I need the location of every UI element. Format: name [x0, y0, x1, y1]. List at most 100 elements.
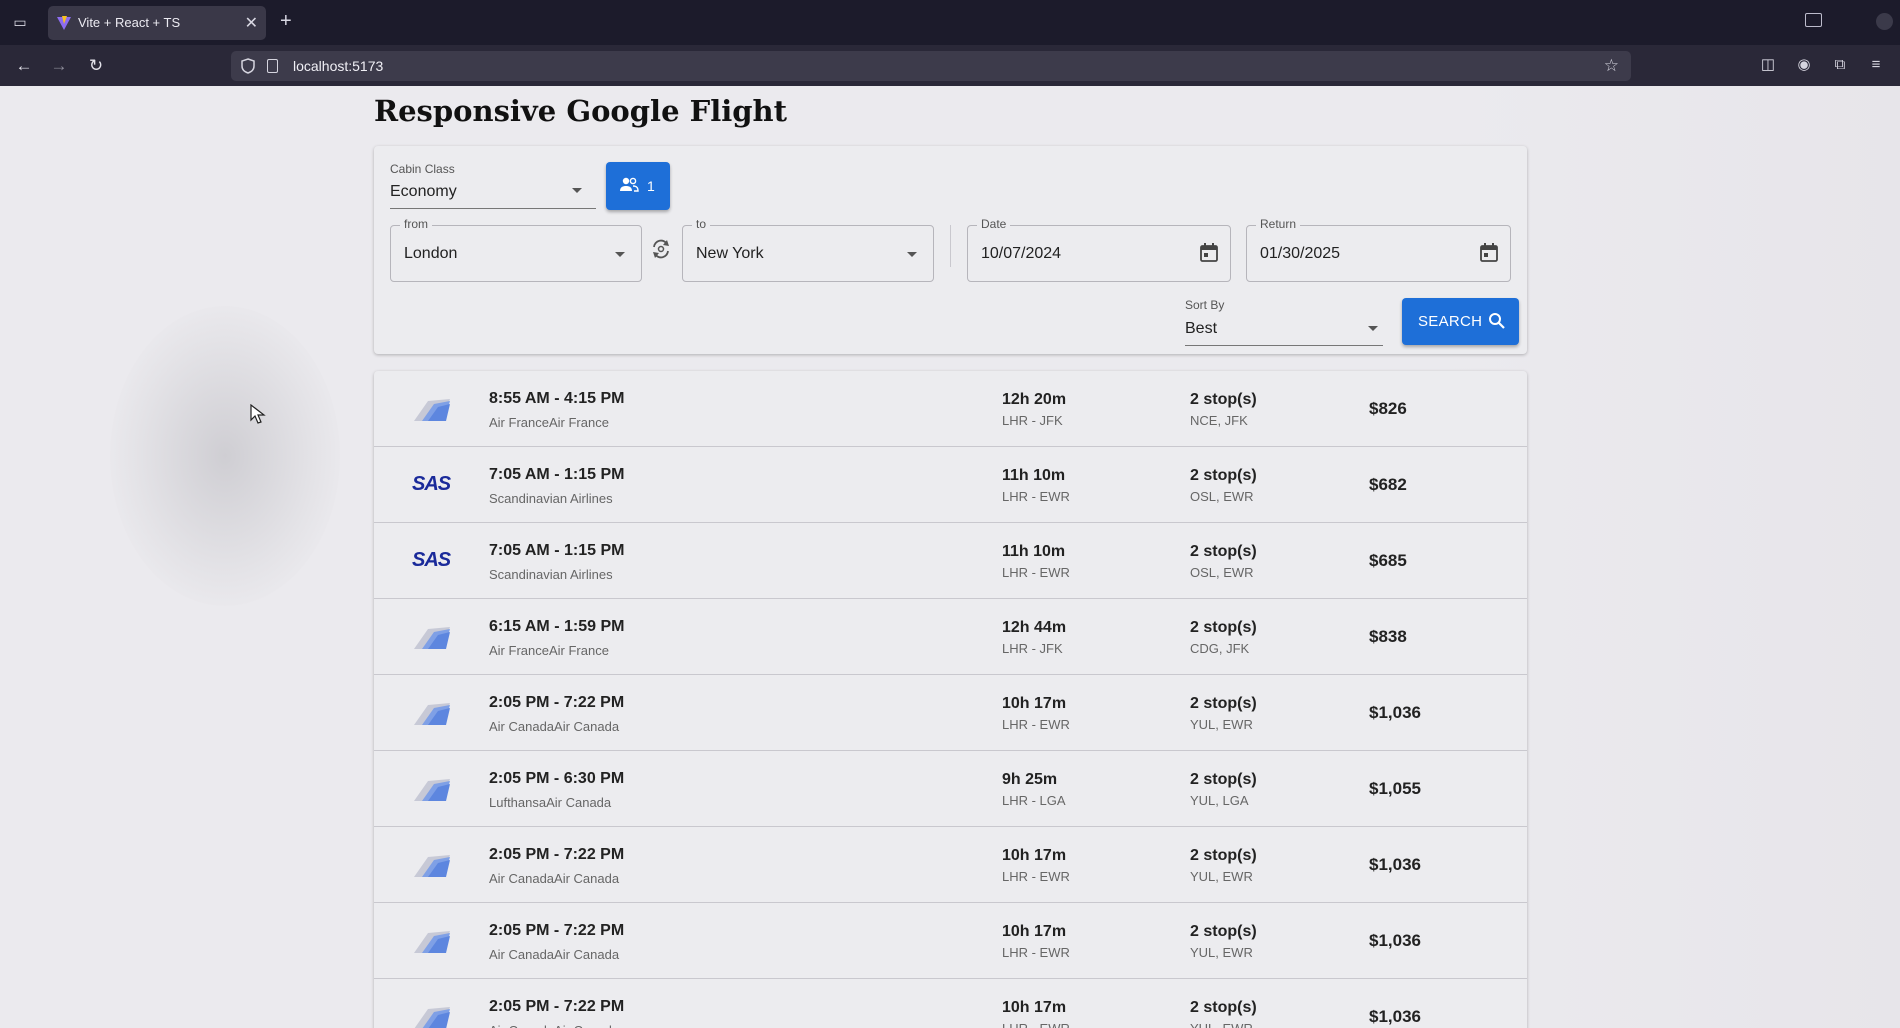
- flight-time: 7:05 AM - 1:15 PM: [489, 466, 625, 483]
- flight-stop-codes: YUL, LGA: [1190, 793, 1249, 808]
- flight-result-row[interactable]: 2:05 PM - 7:22 PM Air CanadaAir Canada 1…: [374, 979, 1527, 1028]
- flight-price: $1,036: [1369, 1007, 1421, 1026]
- url-text[interactable]: localhost:5173: [293, 58, 383, 74]
- flight-time: 2:05 PM - 7:22 PM: [489, 694, 625, 711]
- flight-route: LHR - EWR: [1002, 945, 1070, 960]
- tab-overview-icon[interactable]: ▭: [10, 12, 30, 32]
- flight-result-row[interactable]: 8:55 AM - 4:15 PM Air FranceAir France 1…: [374, 371, 1527, 447]
- page-title: Responsive Google Flight: [374, 94, 787, 128]
- flight-duration: 11h 10m: [1002, 467, 1066, 484]
- passengers-button[interactable]: 1: [606, 162, 670, 210]
- swap-icon[interactable]: [650, 238, 672, 260]
- flight-stops: 2 stop(s): [1190, 619, 1257, 636]
- sas-logo-text: SAS: [412, 473, 451, 495]
- flight-result-row[interactable]: 2:05 PM - 7:22 PM Air CanadaAir Canada 1…: [374, 675, 1527, 751]
- pocket-icon[interactable]: ◫: [1757, 54, 1779, 76]
- flight-result-row[interactable]: SAS 7:05 AM - 1:15 PM Scandinavian Airli…: [374, 447, 1527, 523]
- flight-price: $682: [1369, 475, 1407, 494]
- cabin-underline: [390, 208, 596, 209]
- search-panel: Cabin Class Economy 1 from London to New…: [374, 146, 1527, 354]
- browser-tab[interactable]: Vite + React + TS ✕: [48, 6, 266, 40]
- search-button[interactable]: SEARCH: [1402, 298, 1519, 345]
- page-viewport: Responsive Google Flight Cabin Class Eco…: [0, 86, 1900, 1028]
- sort-by-select[interactable]: Best: [1185, 320, 1217, 338]
- url-bar[interactable]: localhost:5173 ☆: [231, 51, 1631, 81]
- flight-time: 2:05 PM - 7:22 PM: [489, 922, 625, 939]
- flight-airline: LufthansaAir Canada: [489, 795, 612, 810]
- browser-nav-bar: ← → ↻ localhost:5173 ☆ ◫ ◉ ⧉ ≡: [0, 45, 1900, 86]
- flight-airline: Air CanadaAir Canada: [489, 871, 620, 886]
- flight-stops: 2 stop(s): [1190, 543, 1257, 560]
- cabin-chevron-down-icon[interactable]: [572, 188, 582, 193]
- flight-route: LHR - EWR: [1002, 869, 1070, 884]
- list-all-tabs-icon[interactable]: [1805, 13, 1822, 27]
- flight-result-row[interactable]: 2:05 PM - 6:30 PM LufthansaAir Canada 9h…: [374, 751, 1527, 827]
- to-label: to: [692, 217, 711, 231]
- flight-time: 8:55 AM - 4:15 PM: [489, 390, 625, 407]
- flight-price: $685: [1369, 551, 1407, 570]
- flight-price: $838: [1369, 627, 1407, 646]
- plane-tail-icon: [414, 703, 450, 725]
- new-tab-icon[interactable]: +: [280, 10, 292, 33]
- flight-price: $1,055: [1369, 779, 1421, 798]
- flight-duration: 12h 20m: [1002, 391, 1067, 408]
- return-value[interactable]: 01/30/2025: [1260, 245, 1340, 263]
- date-value[interactable]: 10/07/2024: [981, 245, 1061, 263]
- flight-route: LHR - LGA: [1002, 793, 1066, 808]
- from-chevron-down-icon[interactable]: [615, 252, 625, 257]
- flight-stops: 2 stop(s): [1190, 467, 1257, 484]
- flight-duration: 10h 17m: [1002, 847, 1067, 864]
- forward-icon[interactable]: →: [47, 54, 71, 78]
- sort-chevron-down-icon[interactable]: [1368, 326, 1378, 331]
- shield-icon[interactable]: [241, 58, 255, 74]
- cabin-class-select[interactable]: Economy: [390, 183, 457, 201]
- to-value[interactable]: New York: [696, 245, 764, 263]
- flight-result-row[interactable]: 6:15 AM - 1:59 PM Air FranceAir France 1…: [374, 599, 1527, 675]
- account-icon[interactable]: ◉: [1793, 54, 1815, 76]
- flight-time: 2:05 PM - 6:30 PM: [489, 770, 625, 787]
- flight-stops: 2 stop(s): [1190, 771, 1257, 788]
- to-chevron-down-icon[interactable]: [907, 252, 917, 257]
- plane-tail-icon: [414, 399, 450, 421]
- flight-stop-codes: YUL, EWR: [1190, 869, 1253, 884]
- extensions-icon[interactable]: ⧉: [1829, 54, 1851, 76]
- calendar-icon[interactable]: [1479, 242, 1499, 263]
- flight-airline: Air FranceAir France: [489, 415, 609, 430]
- page-info-icon[interactable]: [267, 59, 278, 73]
- plane-tail-icon: [414, 931, 450, 953]
- to-field[interactable]: to New York: [682, 217, 934, 282]
- sas-logo: SAS: [408, 547, 456, 575]
- return-field[interactable]: Return 01/30/2025: [1246, 217, 1511, 282]
- calendar-icon[interactable]: [1199, 242, 1219, 263]
- flight-result-row[interactable]: 2:05 PM - 7:22 PM Air CanadaAir Canada 1…: [374, 827, 1527, 903]
- flight-result-row[interactable]: SAS 7:05 AM - 1:15 PM Scandinavian Airli…: [374, 523, 1527, 599]
- from-field[interactable]: from London: [390, 217, 642, 282]
- browser-tab-bar: ▭ Vite + React + TS ✕ +: [0, 0, 1900, 45]
- from-label: from: [400, 217, 432, 231]
- vite-favicon-icon: [57, 16, 71, 30]
- cabin-class-label: Cabin Class: [390, 162, 455, 176]
- field-divider: [950, 225, 951, 267]
- profile-dot-icon[interactable]: [1876, 13, 1893, 30]
- bookmark-star-icon[interactable]: ☆: [1604, 56, 1619, 76]
- reload-icon[interactable]: ↻: [84, 54, 108, 78]
- flight-route: LHR - EWR: [1002, 717, 1070, 732]
- search-button-label: SEARCH: [1418, 313, 1483, 330]
- flight-stop-codes: YUL, EWR: [1190, 1021, 1253, 1028]
- back-icon[interactable]: ←: [12, 54, 36, 78]
- flight-stops: 2 stop(s): [1190, 923, 1257, 940]
- date-label: Date: [977, 217, 1011, 231]
- sort-by-label: Sort By: [1185, 298, 1225, 312]
- flight-airline: Air FranceAir France: [489, 643, 609, 658]
- flight-time: 7:05 AM - 1:15 PM: [489, 542, 625, 559]
- flight-result-row[interactable]: 2:05 PM - 7:22 PM Air CanadaAir Canada 1…: [374, 903, 1527, 979]
- menu-icon[interactable]: ≡: [1865, 54, 1887, 76]
- tab-title: Vite + React + TS: [78, 15, 181, 30]
- tab-close-icon[interactable]: ✕: [245, 13, 258, 33]
- flight-stops: 2 stop(s): [1190, 391, 1257, 408]
- flight-route: LHR - EWR: [1002, 1021, 1070, 1028]
- flight-airline: Scandinavian Airlines: [489, 491, 613, 506]
- date-field[interactable]: Date 10/07/2024: [967, 217, 1231, 282]
- plane-tail-icon: [414, 855, 450, 877]
- from-value[interactable]: London: [404, 245, 457, 263]
